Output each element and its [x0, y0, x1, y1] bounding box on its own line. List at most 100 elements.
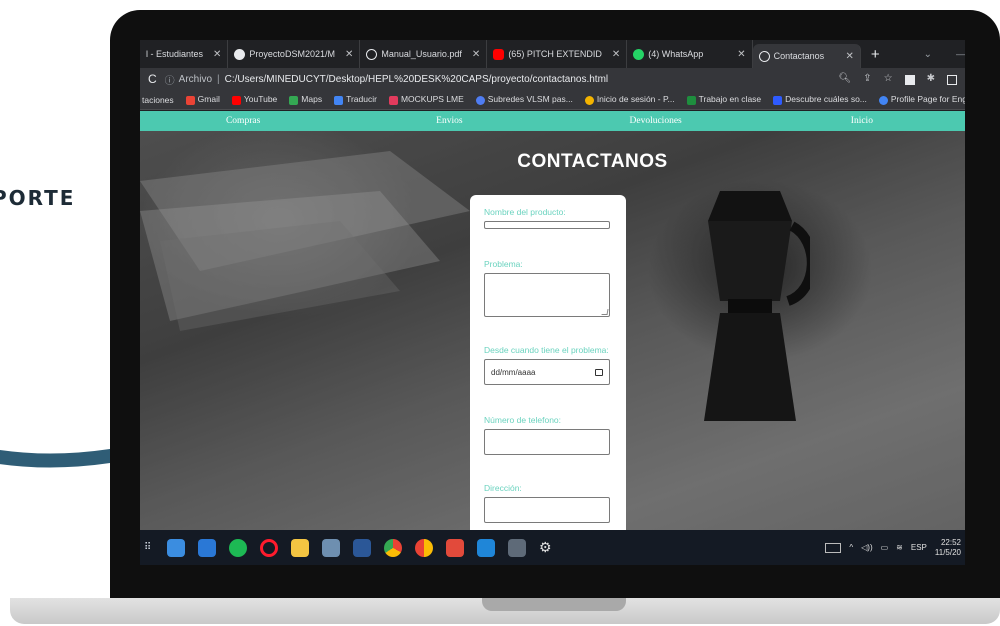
close-icon[interactable]: ✕	[345, 49, 353, 60]
new-tab-button[interactable]: +	[861, 46, 890, 63]
tab-label: ProyectoDSM2021/M	[249, 49, 335, 59]
gear-icon[interactable]: ⚙	[539, 539, 552, 556]
url-input[interactable]: C:/Users/MINEDUCYT/Desktop/HEPL%20DESK%2…	[225, 74, 608, 85]
bookmark-item[interactable]: taciones	[142, 95, 174, 105]
globe-icon	[878, 95, 888, 105]
problem-label: Problema:	[484, 259, 523, 269]
web-page: Compras Envios Devoluciones Inicio CONTA…	[140, 111, 965, 530]
globe-icon	[475, 95, 485, 105]
bookmark-traducir[interactable]: Traducir	[334, 94, 377, 105]
language-indicator[interactable]: ESP	[911, 543, 927, 552]
word-icon[interactable]	[353, 538, 371, 557]
since-label: Desde cuando tiene el problema:	[484, 345, 609, 355]
chevron-down-icon[interactable]: ⌄	[924, 49, 932, 60]
bookmark-subredes[interactable]: Subredes VLSM pas...	[475, 94, 573, 105]
tab-youtube[interactable]: (65) PITCH EXTENDID ✕	[487, 40, 628, 68]
share-icon[interactable]: ⇪	[863, 73, 871, 85]
bookmark-maps[interactable]: Maps	[289, 94, 322, 105]
bookmarks-bar: taciones Gmail YouTube Maps Traducir MOC…	[140, 90, 965, 110]
close-icon[interactable]: ✕	[472, 49, 480, 60]
bookmark-inicio-sesion[interactable]: Inicio de sesión - P...	[584, 94, 675, 105]
mail-icon[interactable]	[198, 538, 216, 557]
close-icon[interactable]: ✕	[612, 49, 620, 60]
close-icon[interactable]: ✕	[737, 49, 745, 60]
laptop-screen: l - Estudiantes ✕ ProyectoDSM2021/M ✕ Ma…	[140, 40, 965, 565]
nav-envios[interactable]: Envios	[346, 111, 552, 131]
bookmark-gmail[interactable]: Gmail	[185, 94, 220, 105]
calendar-icon[interactable]	[595, 368, 603, 376]
nav-compras[interactable]: Compras	[140, 111, 346, 131]
puzzle-icon[interactable]: ✱	[927, 73, 935, 85]
problem-textarea[interactable]	[484, 273, 610, 317]
search-icon[interactable]: ⠿	[144, 542, 154, 553]
resize-handle-icon[interactable]	[601, 309, 609, 315]
globe-icon	[758, 50, 770, 62]
youtube-icon	[493, 48, 505, 60]
field-problem: Problema:	[484, 259, 610, 317]
laptop-notch	[482, 598, 626, 611]
classroom-icon	[686, 95, 696, 105]
since-date-input[interactable]: dd/mm/aaaa	[484, 359, 610, 385]
nav-devoluciones[interactable]: Devoluciones	[553, 111, 759, 131]
bookmark-youtube[interactable]: YouTube	[231, 94, 277, 105]
spotify-icon[interactable]	[229, 538, 247, 557]
field-since: Desde cuando tiene el problema: dd/mm/aa…	[484, 345, 610, 385]
tab-contactanos[interactable]: Contactanos ✕	[752, 44, 861, 68]
chevron-up-icon[interactable]: ^	[849, 543, 853, 552]
close-icon[interactable]: ✕	[845, 51, 853, 62]
gmail-icon	[185, 95, 195, 105]
phone-label: Número de telefono:	[484, 415, 562, 425]
browser-tab-bar: l - Estudiantes ✕ ProyectoDSM2021/M ✕ Ma…	[140, 40, 965, 68]
product-name-input[interactable]	[484, 221, 610, 229]
volume-icon[interactable]: ◁))	[861, 543, 872, 552]
chrome-alt-icon[interactable]	[415, 538, 433, 557]
date-placeholder: dd/mm/aaaa	[491, 367, 536, 377]
opera-icon[interactable]	[260, 538, 278, 557]
tab-estudiantes[interactable]: l - Estudiantes ✕	[140, 40, 229, 68]
phone-input[interactable]	[484, 429, 610, 455]
slide-heading-fragment: PORTE	[0, 186, 76, 210]
star-icon[interactable]: ☆	[884, 73, 893, 85]
address-label: Dirección:	[484, 483, 522, 493]
wifi-icon[interactable]: ≋	[896, 543, 903, 552]
anydesk-icon[interactable]	[446, 538, 464, 557]
tab-whatsapp[interactable]: (4) WhatsApp ✕	[627, 40, 753, 68]
page-title: CONTACTANOS	[517, 151, 668, 172]
clock-time: 22:52	[940, 537, 961, 547]
zoom-icon[interactable]: 🔍︎	[839, 73, 852, 85]
keyboard-icon[interactable]	[825, 542, 842, 553]
close-icon[interactable]: ✕	[213, 49, 221, 60]
minimize-icon[interactable]: —	[956, 49, 965, 59]
reload-icon[interactable]: C	[140, 72, 165, 86]
bookmark-descubre[interactable]: Descubre cuáles so...	[773, 94, 867, 105]
extension-icon[interactable]	[904, 75, 915, 85]
app-icon[interactable]	[322, 538, 340, 557]
file-explorer-icon[interactable]	[167, 538, 185, 557]
tab-label: l - Estudiantes	[146, 49, 204, 59]
tab-label: Contactanos	[773, 51, 825, 61]
folder-icon[interactable]	[291, 538, 309, 557]
tab-label: (65) PITCH EXTENDID	[508, 49, 602, 59]
tab-manual[interactable]: Manual_Usuario.pdf ✕	[360, 40, 488, 68]
field-address: Dirección:	[484, 483, 610, 523]
bookmark-trabajo[interactable]: Trabajo en clase	[686, 94, 761, 105]
bookmark-profile[interactable]: Profile Page for Eng...	[878, 94, 965, 105]
user-icon	[584, 95, 594, 105]
chrome-icon[interactable]	[384, 538, 402, 557]
github-icon	[234, 48, 246, 60]
address-input[interactable]	[484, 497, 610, 523]
info-icon[interactable]: ⓘ	[165, 72, 179, 87]
system-tray: ^ ◁)) ▭ ≋ ESP 22:52 11/5/20	[825, 538, 965, 558]
address-actions: 🔍︎ ⇪ ☆ ✱	[839, 73, 965, 85]
tab-proyecto[interactable]: ProyectoDSM2021/M ✕	[228, 40, 361, 68]
nav-inicio[interactable]: Inicio	[759, 111, 965, 131]
active-app-icon[interactable]	[508, 538, 526, 557]
battery-icon[interactable]: ▭	[881, 543, 889, 552]
clock[interactable]: 22:52 11/5/20	[935, 538, 961, 558]
bookmark-mockups[interactable]: MOCKUPS LME	[388, 94, 464, 105]
youtube-icon	[231, 95, 241, 105]
scheme-label: Archivo	[178, 73, 213, 85]
sidebar-icon[interactable]	[947, 75, 957, 85]
address-bar: C ⓘ Archivo | C:/Users/MINEDUCYT/Desktop…	[140, 68, 965, 90]
vscode-icon[interactable]	[477, 538, 495, 557]
